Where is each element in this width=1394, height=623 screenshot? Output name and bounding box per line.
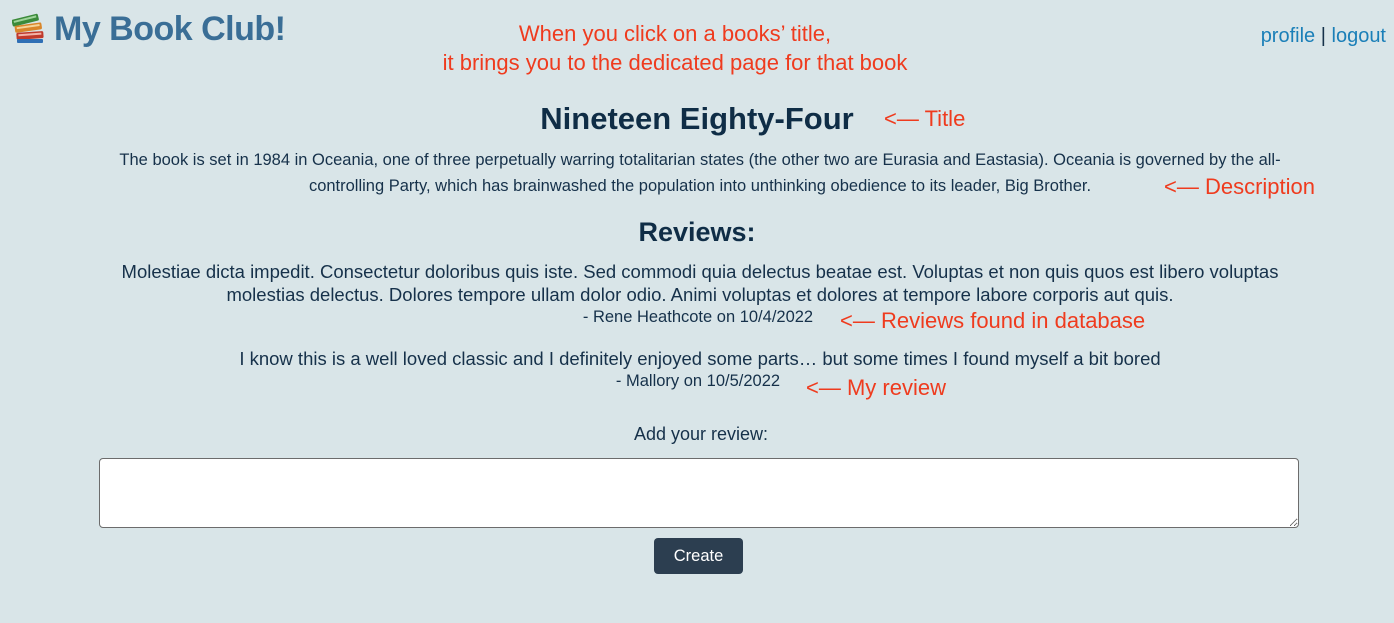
book-description: The book is set in 1984 in Oceania, one … bbox=[119, 151, 1281, 195]
review-author: - Rene Heathcote on 10/4/2022 bbox=[582, 308, 814, 326]
annotation-description: <— Description bbox=[1164, 174, 1316, 199]
create-button[interactable]: Create bbox=[654, 538, 743, 574]
review-text: I know this is a well loved classic and … bbox=[239, 348, 1161, 369]
book-title: Nineteen Eighty-Four bbox=[540, 101, 854, 136]
annotation-click-note-line1: When you click on a books’ title, bbox=[518, 21, 832, 46]
annotation-title: <— Title bbox=[884, 106, 966, 131]
annotation-my-review: <— My review bbox=[806, 375, 946, 400]
annotation-click-note: When you click on a books’ title, it bri… bbox=[0, 19, 1350, 77]
review-input[interactable] bbox=[99, 458, 1299, 528]
annotation-click-note-line2: it brings you to the dedicated page for … bbox=[442, 50, 908, 75]
review-text: Molestiae dicta impedit. Consectetur dol… bbox=[121, 261, 1279, 305]
review-author: - Mallory on 10/5/2022 bbox=[615, 372, 781, 390]
annotation-reviews-db: <— Reviews found in database bbox=[840, 308, 1146, 333]
reviews-heading: Reviews: bbox=[638, 217, 756, 247]
add-review-label: Add your review: bbox=[633, 424, 769, 444]
